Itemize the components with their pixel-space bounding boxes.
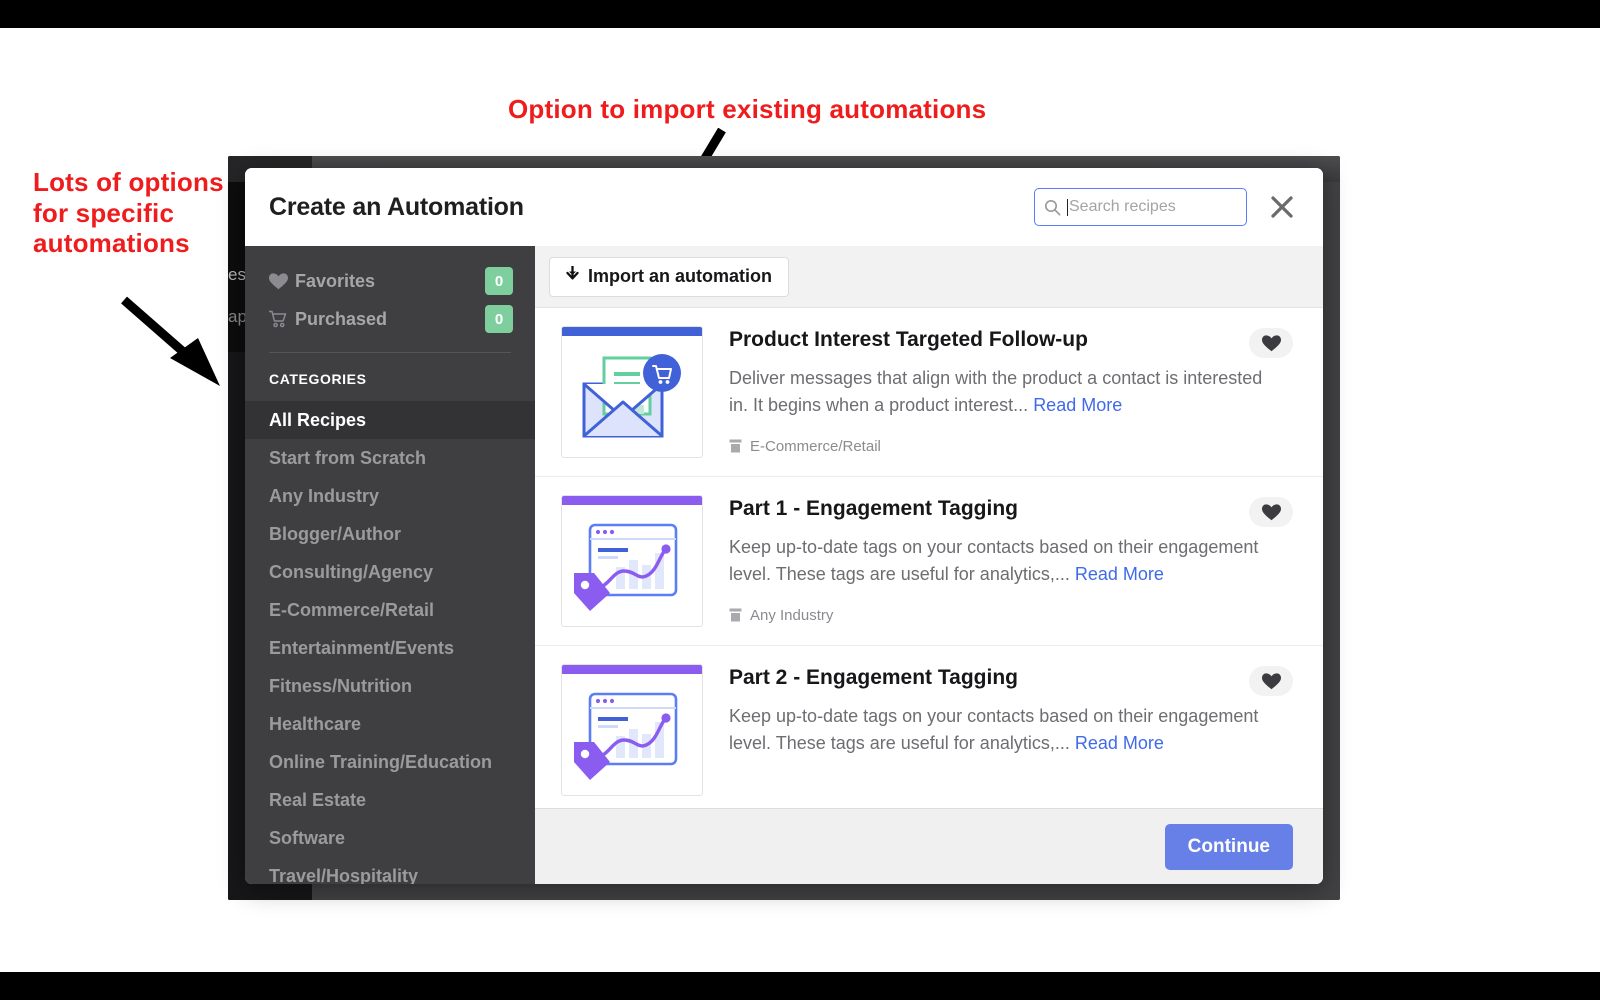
- sidebar-item-purchased[interactable]: Purchased 0: [245, 300, 535, 338]
- create-automation-modal: Create an Automation Search recipes Favo…: [245, 168, 1323, 884]
- sidebar-item-travel-hospitality[interactable]: Travel/Hospitality: [245, 857, 535, 885]
- sidebar-item-label: Consulting/Agency: [269, 561, 434, 582]
- modal-footer: Continue: [535, 808, 1323, 884]
- recipe-description: Keep up-to-date tags on your contacts ba…: [729, 534, 1274, 589]
- sidebar-item-label: Purchased: [295, 308, 388, 329]
- recipe-list[interactable]: Product Interest Targeted Follow-up Deli…: [535, 308, 1323, 808]
- recipe-description-text: Deliver messages that align with the pro…: [729, 368, 1263, 416]
- category-icon: [729, 439, 742, 453]
- read-more-link[interactable]: Read More: [1033, 395, 1122, 415]
- sidebar-item-label: Travel/Hospitality: [269, 865, 419, 885]
- sidebar-item-online-training-education[interactable]: Online Training/Education: [245, 743, 535, 781]
- annotation-import-label: Option to import existing automations: [508, 94, 987, 124]
- sidebar-item-entertainment-events[interactable]: Entertainment/Events: [245, 629, 535, 667]
- sidebar-categories-heading: CATEGORIES: [269, 371, 367, 387]
- heart-icon: [1261, 334, 1281, 351]
- sidebar-item-label: Real Estate: [269, 789, 367, 810]
- favorites-count-badge: 0: [485, 267, 513, 295]
- recipe-description: Deliver messages that align with the pro…: [729, 365, 1274, 420]
- search-text-caret: [1067, 198, 1068, 216]
- sidebar-item-ecommerce-retail[interactable]: E-Commerce/Retail: [245, 591, 535, 629]
- tag-chart-icon: [574, 523, 678, 611]
- sidebar-item-label: Fitness/Nutrition: [269, 675, 412, 696]
- sidebar-item-healthcare[interactable]: Healthcare: [245, 705, 535, 743]
- annotation-options-label: Lots of options for specific automations: [33, 167, 224, 259]
- recipe-details: Product Interest Targeted Follow-up Deli…: [703, 326, 1293, 458]
- thumbnail-accent-bar: [562, 496, 702, 505]
- thumbnail-accent-bar: [562, 665, 702, 674]
- recipe-category-tag: Any Industry: [729, 607, 1293, 624]
- sidebar-item-consulting-agency[interactable]: Consulting/Agency: [245, 553, 535, 591]
- sidebar-item-fitness-nutrition[interactable]: Fitness/Nutrition: [245, 667, 535, 705]
- recipe-description-text: Keep up-to-date tags on your contacts ba…: [729, 537, 1259, 585]
- heart-icon: [269, 272, 291, 290]
- modal-header: Create an Automation Search recipes: [245, 168, 1323, 246]
- page-canvas: Option to import existing automations Lo…: [0, 28, 1600, 972]
- recipe-thumbnail: [561, 495, 703, 627]
- recipe-title: Part 1 - Engagement Tagging: [729, 497, 1018, 520]
- favorite-button[interactable]: [1249, 328, 1293, 358]
- sidebar-item-label: Online Training/Education: [269, 751, 493, 772]
- tag-chart-icon: [574, 692, 678, 780]
- read-more-link[interactable]: Read More: [1075, 733, 1164, 753]
- sidebar-item-start-from-scratch[interactable]: Start from Scratch: [245, 439, 535, 477]
- sidebar-item-real-estate[interactable]: Real Estate: [245, 781, 535, 819]
- recipe-pane: Import an automation Product Interest Ta…: [535, 246, 1323, 884]
- import-automation-button[interactable]: Import an automation: [549, 256, 789, 297]
- sidebar-item-any-industry[interactable]: Any Industry: [245, 477, 535, 515]
- sidebar-item-label: Favorites: [295, 270, 376, 291]
- download-arrow-icon: [566, 264, 579, 287]
- list-item[interactable]: Part 2 - Engagement Tagging Keep up-to-d…: [535, 646, 1323, 808]
- header-actions: Search recipes: [1034, 188, 1299, 226]
- heart-icon: [1261, 503, 1281, 520]
- list-item[interactable]: Product Interest Targeted Follow-up Deli…: [535, 308, 1323, 477]
- heart-icon: [1261, 672, 1281, 689]
- recipe-title: Part 2 - Engagement Tagging: [729, 666, 1018, 689]
- recipe-details: Part 1 - Engagement Tagging Keep up-to-d…: [703, 495, 1293, 627]
- favorite-button[interactable]: [1249, 497, 1293, 527]
- recipe-thumbnail: [561, 664, 703, 796]
- recipe-pane-toolbar: Import an automation: [535, 246, 1323, 308]
- sidebar-item-label: Blogger/Author: [269, 523, 401, 544]
- sidebar-item-label: Entertainment/Events: [269, 637, 455, 658]
- page-title: Create an Automation: [269, 192, 524, 221]
- recipe-description: Keep up-to-date tags on your contacts ba…: [729, 703, 1274, 758]
- annotation-arrow-options: [121, 296, 220, 386]
- recipe-sidebar: Favorites 0 Purchased 0 CATEGORIES All R…: [245, 246, 535, 884]
- sidebar-item-all-recipes[interactable]: All Recipes: [245, 401, 535, 439]
- recipe-details: Part 2 - Engagement Tagging Keep up-to-d…: [703, 664, 1293, 796]
- read-more-link[interactable]: Read More: [1075, 564, 1164, 584]
- list-item[interactable]: Part 1 - Engagement Tagging Keep up-to-d…: [535, 477, 1323, 646]
- import-automation-label: Import an automation: [588, 266, 772, 286]
- sidebar-item-label: Any Industry: [269, 485, 380, 506]
- recipe-description-text: Keep up-to-date tags on your contacts ba…: [729, 706, 1259, 754]
- close-icon[interactable]: [1265, 190, 1299, 224]
- screenshot-root: Option to import existing automations Lo…: [0, 0, 1600, 1000]
- search-icon: [1044, 199, 1061, 216]
- thumbnail-accent-bar: [562, 327, 702, 336]
- recipe-category-label: Any Industry: [750, 606, 834, 624]
- recipe-title: Product Interest Targeted Follow-up: [729, 328, 1088, 351]
- shopping-cart-icon: [269, 310, 291, 328]
- sidebar-item-label: All Recipes: [269, 409, 367, 430]
- favorite-button[interactable]: [1249, 666, 1293, 696]
- recipe-thumbnail: [561, 326, 703, 458]
- sidebar-item-label: Start from Scratch: [269, 447, 427, 468]
- modal-body: Favorites 0 Purchased 0 CATEGORIES All R…: [245, 246, 1323, 884]
- continue-button[interactable]: Continue: [1164, 823, 1293, 870]
- sidebar-item-software[interactable]: Software: [245, 819, 535, 857]
- sidebar-item-label: E-Commerce/Retail: [269, 599, 435, 620]
- sidebar-item-label: Software: [269, 827, 346, 848]
- recipe-category-label: E-Commerce/Retail: [750, 437, 881, 455]
- background-text-fragment-1: es: [228, 265, 246, 284]
- sidebar-item-label: Healthcare: [269, 713, 362, 734]
- search-placeholder: Search recipes: [1069, 198, 1176, 215]
- search-input[interactable]: Search recipes: [1034, 188, 1247, 226]
- sidebar-item-favorites[interactable]: Favorites 0: [245, 262, 535, 300]
- category-icon: [729, 608, 742, 622]
- sidebar-item-blogger-author[interactable]: Blogger/Author: [245, 515, 535, 553]
- purchased-count-badge: 0: [485, 305, 513, 333]
- envelope-cart-icon: [582, 354, 681, 438]
- recipe-category-tag: E-Commerce/Retail: [729, 438, 1293, 455]
